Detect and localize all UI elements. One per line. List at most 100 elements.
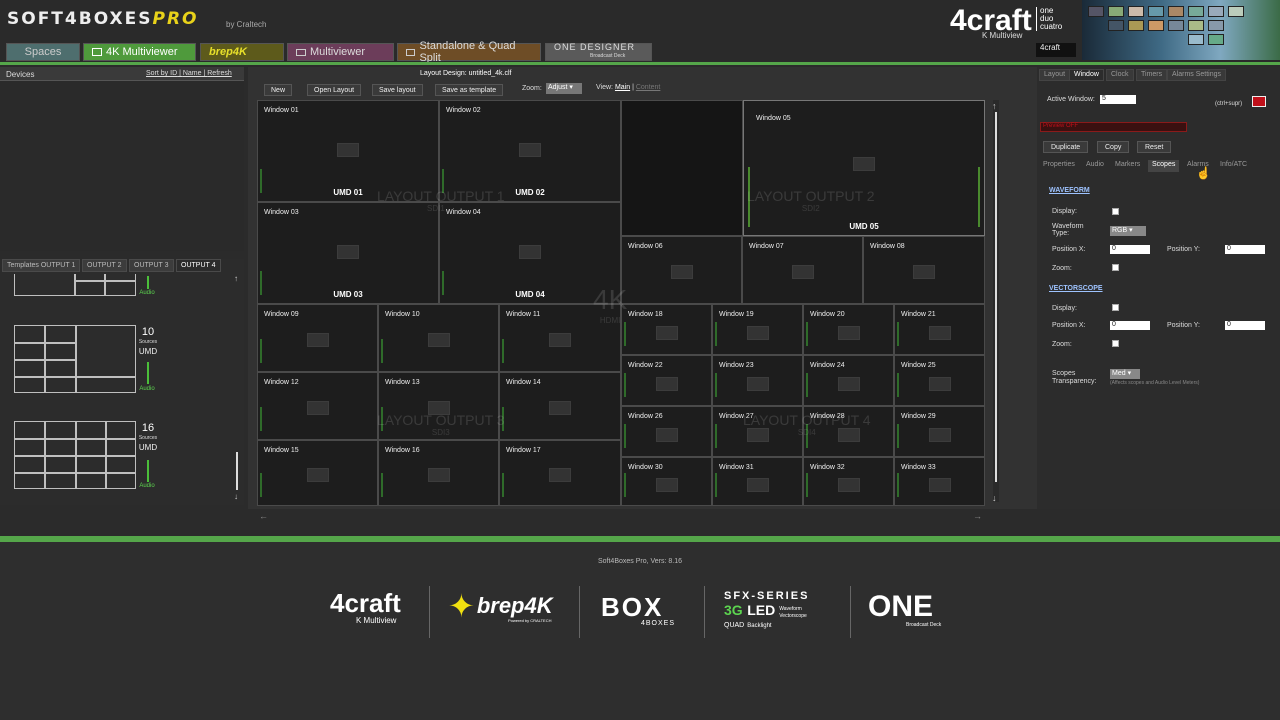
canvas-vscroll-thumb[interactable] — [995, 112, 997, 482]
zoom-select[interactable]: Adjust ▾ — [546, 83, 582, 94]
tab-one-designer[interactable]: ONE DESIGNER Broadcast Deck — [545, 43, 652, 61]
tab-output-3[interactable]: OUTPUT 3 — [129, 259, 174, 272]
footer-divider-line — [429, 586, 430, 638]
templates-scroll-thumb[interactable] — [236, 452, 238, 490]
zoom-label: Zoom: — [522, 85, 542, 92]
duplicate-button[interactable]: Duplicate — [1043, 141, 1089, 153]
view-content-link[interactable]: Content — [636, 84, 661, 91]
subtab-scopes[interactable]: Scopes — [1148, 160, 1180, 172]
waveform-zoom-checkbox[interactable] — [1112, 264, 1119, 271]
window-tile[interactable]: Window 03 UMD 03 — [257, 202, 439, 304]
window-tile[interactable]: Window 18 — [621, 304, 712, 355]
window-color-swatch[interactable] — [1252, 96, 1266, 107]
layout-canvas[interactable]: Window 01 UMD 01 Window 02 UMD 02 Window 0… — [257, 100, 985, 506]
tab-standalone-quad-split[interactable]: Standalone & Quad Split — [397, 40, 541, 64]
window-tile[interactable]: Window 19 — [712, 304, 803, 355]
scopes-transparency-select[interactable]: Med ▾ — [1110, 369, 1140, 379]
window-tile[interactable]: Window 24 — [803, 355, 894, 406]
umd-label: UMD — [138, 443, 158, 452]
scroll-up-icon[interactable]: ↑ — [234, 274, 238, 283]
window-tile[interactable]: Window 09 — [257, 304, 378, 372]
window-tile[interactable]: Window 29 — [894, 406, 985, 457]
save-layout-button[interactable]: Save layout — [372, 84, 423, 96]
waveform-zoom-label: Zoom: — [1052, 265, 1072, 272]
window-tile[interactable]: Window 15 — [257, 440, 378, 506]
tab-spaces[interactable]: Spaces — [6, 43, 80, 61]
scroll-left-icon[interactable]: ← — [259, 511, 268, 521]
window-tile[interactable]: Window 10 — [378, 304, 499, 372]
chevron-down-icon: ▾ — [567, 84, 573, 91]
window-tile[interactable]: Window 20 — [803, 304, 894, 355]
window-tile[interactable]: Window 16 — [378, 440, 499, 506]
window-tile[interactable]: Window 21 — [894, 304, 985, 355]
vectorscope-posx-input[interactable]: 0 — [1110, 321, 1150, 330]
window-tile[interactable]: Window 26 — [621, 406, 712, 457]
window-tile[interactable]: Window 17 — [499, 440, 621, 506]
window-tile[interactable]: Window 30 — [621, 457, 712, 506]
window-tile[interactable]: Window 31 — [712, 457, 803, 506]
window-tile[interactable]: Window 33 — [894, 457, 985, 506]
nav-underline — [0, 62, 1280, 65]
window-tile[interactable]: Window 01 UMD 01 — [257, 100, 439, 202]
reset-button[interactable]: Reset — [1137, 141, 1172, 153]
vectorscope-posy-input[interactable]: 0 — [1225, 321, 1265, 330]
view-main-link[interactable]: Main — [615, 84, 630, 91]
audio-meter — [147, 460, 149, 482]
tab-output-4[interactable]: OUTPUT 4 — [176, 259, 221, 272]
scroll-down-icon[interactable]: ↓ — [234, 492, 238, 501]
save-as-template-button[interactable]: Save as template — [435, 84, 504, 96]
scroll-down-icon[interactable]: ↓ — [992, 493, 997, 503]
window-tile[interactable]: Window 14 — [499, 372, 621, 440]
copy-button[interactable]: Copy — [1097, 141, 1130, 153]
vectorscope-zoom-checkbox[interactable] — [1112, 340, 1119, 347]
subtab-audio[interactable]: Audio — [1082, 160, 1108, 172]
preview-select[interactable]: Preview OFF — [1040, 122, 1187, 132]
template-16-sources[interactable] — [14, 421, 136, 489]
template-10-sources[interactable] — [14, 325, 136, 393]
vectorscope-display-checkbox[interactable] — [1112, 304, 1119, 311]
window-tile[interactable]: Window 23 — [712, 355, 803, 406]
tab-output-2[interactable]: OUTPUT 2 — [82, 259, 127, 272]
sources-count: 10 — [141, 326, 155, 338]
window-tile[interactable]: Window 07 — [742, 236, 863, 304]
waveform-posx-input[interactable]: 0 — [1110, 245, 1150, 254]
scopes-transparency-label: Scopes Transparency: — [1052, 370, 1097, 385]
scroll-right-icon[interactable]: → — [973, 511, 982, 521]
sort-by-name-link[interactable]: Name — [183, 70, 202, 77]
active-window-input[interactable]: 5 — [1100, 95, 1136, 104]
window-tile[interactable]: Window 08 — [863, 236, 985, 304]
scroll-up-icon[interactable]: ↑ — [992, 101, 997, 111]
version-text: Soft4Boxes Pro, Vers: 8.16 — [597, 558, 683, 565]
subtab-markers[interactable]: Markers — [1111, 160, 1144, 172]
tab-brep4k[interactable]: brep4K — [200, 43, 284, 61]
tab-4k-multiviewer[interactable]: 4K Multiviewer — [83, 43, 196, 61]
window-tile-active[interactable]: Window 05 UMD 05 — [743, 100, 985, 236]
new-button[interactable]: New — [264, 84, 293, 96]
tab-window[interactable]: Window — [1069, 69, 1104, 81]
tab-timers[interactable]: Timers — [1136, 69, 1168, 81]
open-layout-button[interactable]: Open Layout — [307, 84, 362, 96]
waveform-display-checkbox[interactable] — [1112, 208, 1119, 215]
window-tile[interactable]: Window 22 — [621, 355, 712, 406]
tab-multiviewer[interactable]: Multiviewer — [287, 43, 394, 61]
sources-label: Sources — [138, 435, 158, 441]
subtab-info-atc[interactable]: Info/ATC — [1216, 160, 1251, 172]
window-tile[interactable]: Window 06 — [621, 236, 742, 304]
window-tile[interactable]: Window 32 — [803, 457, 894, 506]
tab-alarms-settings[interactable]: Alarms Settings — [1167, 69, 1227, 81]
waveform-type-label: Waveform Type: — [1052, 223, 1084, 237]
waveform-posy-input[interactable]: 0 — [1225, 245, 1265, 254]
window-tile[interactable]: Window 02 UMD 02 — [439, 100, 621, 202]
waveform-type-select[interactable]: RGB ▾ — [1110, 226, 1146, 236]
template-partial[interactable] — [14, 274, 136, 296]
window-tile[interactable]: Window 12 — [257, 372, 378, 440]
sort-by-id-link[interactable]: Sort by ID — [146, 70, 177, 77]
tab-clock[interactable]: Clock — [1106, 69, 1134, 81]
audio-meter — [147, 276, 149, 289]
subtab-properties[interactable]: Properties — [1039, 160, 1079, 172]
audio-meter — [147, 362, 149, 384]
refresh-link[interactable]: Refresh — [207, 70, 232, 77]
tab-layout[interactable]: Layout — [1039, 69, 1071, 81]
tab-templates-output-1[interactable]: Templates OUTPUT 1 — [2, 259, 81, 272]
window-tile[interactable]: Window 25 — [894, 355, 985, 406]
